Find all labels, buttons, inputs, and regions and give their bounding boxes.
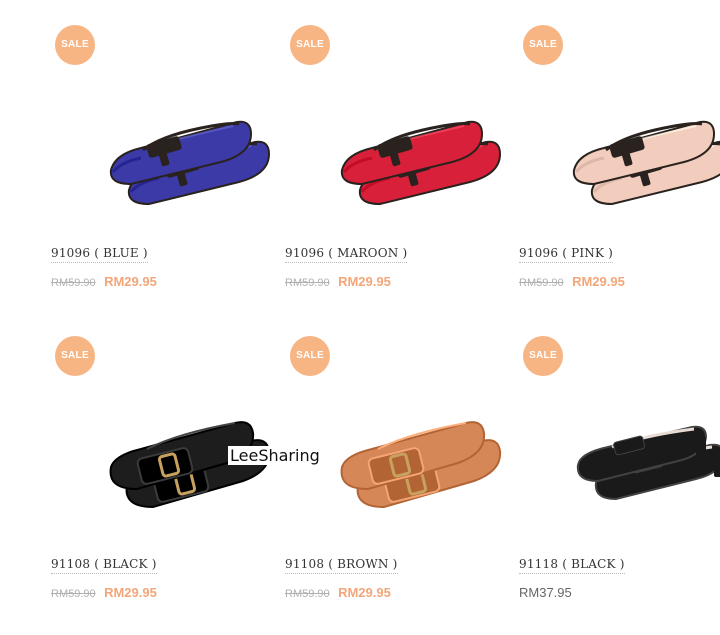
brown-buckle-flat-shoe-image[interactable]	[326, 393, 506, 513]
original-price: RM59.90	[51, 277, 96, 289]
product-title[interactable]: 91108 ( BLACK )	[51, 557, 157, 574]
product-title[interactable]: 91108 ( BROWN )	[285, 557, 398, 574]
original-price: RM59.90	[285, 588, 330, 600]
price-row: RM59.90 RM29.95	[51, 584, 157, 602]
sale-price: RM29.95	[338, 585, 391, 600]
product-grid: SALE 91096 ( BLUE ) RM59.90 RM29.95 SALE	[0, 0, 720, 607]
price-row: RM37.95	[519, 584, 572, 602]
sale-badge: SALE	[55, 25, 95, 65]
product-title[interactable]: 91096 ( BLUE )	[51, 246, 148, 263]
sale-price: RM29.95	[104, 274, 157, 289]
original-price: RM59.90	[285, 277, 330, 289]
price-row: RM59.90 RM29.95	[519, 273, 625, 291]
product-card[interactable]: SALE 91108 ( BROWN ) RM59.90 RM29.95	[284, 335, 518, 635]
product-card[interactable]: SALE 91118 ( BLACK ) RM37.95	[518, 335, 720, 635]
red-bow-flat-shoe-image[interactable]	[326, 92, 506, 207]
product-card[interactable]: SALE 91096 ( MAROON ) RM59.90 RM29.95	[284, 24, 518, 324]
product-card[interactable]: SALE 91096 ( PINK ) RM59.90 RM29.95	[518, 24, 720, 324]
original-price: RM59.90	[519, 277, 564, 289]
sale-price: RM29.95	[572, 274, 625, 289]
sale-badge: SALE	[523, 336, 563, 376]
sale-badge: SALE	[523, 25, 563, 65]
product-title[interactable]: 91096 ( PINK )	[519, 246, 614, 263]
sale-price: RM29.95	[338, 274, 391, 289]
product-card[interactable]: SALE 91096 ( BLUE ) RM59.90 RM29.95	[50, 24, 284, 324]
price-row: RM59.90 RM29.95	[285, 273, 391, 291]
watermark-text: LeeSharing	[228, 446, 322, 465]
sale-badge: SALE	[55, 336, 95, 376]
product-title[interactable]: 91118 ( BLACK )	[519, 557, 625, 574]
price-row: RM59.90 RM29.95	[285, 584, 391, 602]
black-bow-heel-shoe-image[interactable]	[558, 397, 720, 507]
price-row: RM59.90 RM29.95	[51, 273, 157, 291]
pink-bow-flat-shoe-image[interactable]	[558, 92, 720, 207]
sale-badge: SALE	[290, 336, 330, 376]
product-title[interactable]: 91096 ( MAROON )	[285, 246, 408, 263]
product-card[interactable]: SALE 91108 ( BLACK ) RM59.90 RM29.95	[50, 335, 284, 635]
regular-price: RM37.95	[519, 585, 572, 600]
original-price: RM59.90	[51, 588, 96, 600]
blue-bow-flat-shoe-image[interactable]	[95, 92, 275, 207]
sale-price: RM29.95	[104, 585, 157, 600]
sale-badge: SALE	[290, 25, 330, 65]
